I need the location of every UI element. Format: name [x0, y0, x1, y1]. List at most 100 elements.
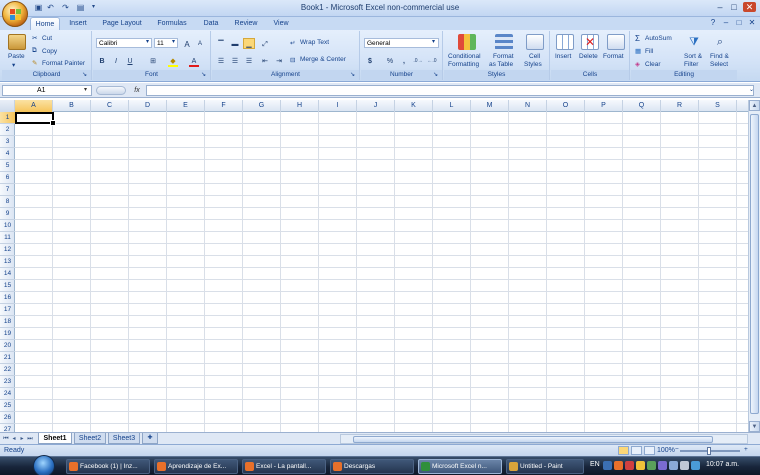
row-header[interactable]: 3 [0, 136, 15, 148]
print-preview-icon[interactable]: ▤ [75, 2, 86, 13]
insert-function-button[interactable]: fx [130, 85, 144, 96]
zoom-level[interactable]: 100% [657, 446, 675, 456]
row-header[interactable]: 21 [0, 352, 15, 364]
column-header[interactable]: B [53, 100, 91, 112]
office-button[interactable] [2, 1, 28, 27]
language-indicator[interactable]: EN [590, 461, 600, 468]
name-box[interactable]: A1 [2, 85, 92, 96]
column-header[interactable]: L [433, 100, 471, 112]
row-header[interactable]: 7 [0, 184, 15, 196]
last-sheet-icon[interactable]: ⏭ [26, 434, 34, 444]
row-header[interactable]: 25 [0, 400, 15, 412]
tray-folder-icon[interactable] [636, 461, 645, 470]
row-header[interactable]: 1 [0, 112, 15, 124]
tray-firefox-icon[interactable] [614, 461, 623, 470]
align-left-icon[interactable]: ☰ [215, 55, 227, 66]
taskbar-item-excel-pantalla[interactable]: Excel - La pantall... [242, 459, 326, 474]
sheet-tab-2[interactable]: Sheet2 [74, 433, 106, 444]
paste-dropdown-icon[interactable]: ▾ [12, 61, 15, 69]
row-header[interactable]: 13 [0, 256, 15, 268]
tray-network-icon[interactable] [669, 461, 678, 470]
row-header[interactable]: 27 [0, 424, 15, 432]
paste-icon[interactable] [8, 34, 26, 50]
column-header[interactable]: K [395, 100, 433, 112]
align-center-icon[interactable]: ☰ [229, 55, 241, 66]
first-sheet-icon[interactable]: ⏮ [2, 434, 10, 444]
conditional-formatting-button[interactable]: Conditional [448, 53, 481, 60]
row-header[interactable]: 12 [0, 244, 15, 256]
number-format-dropdown[interactable]: General [364, 38, 439, 48]
zoom-out-icon[interactable]: − [675, 446, 679, 453]
delete-button[interactable]: Delete [579, 53, 598, 60]
fill-button[interactable]: Fill [645, 48, 653, 55]
cell-area[interactable] [15, 112, 748, 432]
tab-insert[interactable]: Insert [63, 17, 93, 30]
merge-center-button[interactable]: Merge & Center [300, 56, 346, 63]
column-header[interactable]: C [91, 100, 129, 112]
redo-icon[interactable]: ↷ [60, 2, 71, 13]
column-header[interactable]: I [319, 100, 357, 112]
zoom-in-icon[interactable]: + [744, 446, 748, 453]
expand-formula-bar-icon[interactable]: ⌄ [749, 86, 754, 93]
row-header[interactable]: 24 [0, 388, 15, 400]
column-header[interactable]: E [167, 100, 205, 112]
worksheet-grid[interactable]: ABCDEFGHIJKLMNOPQRS 1 2 3 4 5 6 7 8 9 10 11 12 13 14 1… [0, 100, 748, 432]
row-header[interactable]: 23 [0, 376, 15, 388]
format-button[interactable]: Format [603, 53, 624, 60]
column-header[interactable]: O [547, 100, 585, 112]
paste-button[interactable]: Paste [8, 53, 25, 60]
maximize-icon[interactable]: □ [729, 2, 739, 12]
increase-decimal-icon[interactable]: .0→ [412, 55, 424, 66]
tray-app-icon[interactable] [647, 461, 656, 470]
column-header[interactable]: A [15, 100, 53, 112]
autosum-button[interactable]: AutoSum [645, 35, 672, 42]
undo-icon[interactable]: ↶ [45, 2, 56, 13]
horizontal-scrollbar[interactable] [340, 434, 748, 444]
page-break-view-icon[interactable] [644, 446, 655, 455]
column-header[interactable]: H [281, 100, 319, 112]
find-select-button[interactable]: Find & [710, 53, 729, 60]
clear-button[interactable]: Clear [645, 61, 661, 68]
tray-volume-icon[interactable] [680, 461, 689, 470]
orientation-icon[interactable]: ⤢ [259, 38, 271, 49]
underline-button[interactable]: U [124, 55, 136, 66]
normal-view-icon[interactable] [618, 446, 629, 455]
row-header[interactable]: 8 [0, 196, 15, 208]
tray-messenger-icon[interactable] [658, 461, 667, 470]
taskbar-item-paint[interactable]: Untitled - Paint [506, 459, 584, 474]
formula-input[interactable] [146, 85, 754, 96]
column-header[interactable]: F [205, 100, 243, 112]
row-header[interactable]: 9 [0, 208, 15, 220]
format-painter-button[interactable]: Format Painter [42, 60, 85, 67]
column-header[interactable]: R [661, 100, 699, 112]
format-as-table-button[interactable]: Format [493, 53, 514, 60]
active-cell[interactable] [15, 112, 56, 126]
taskbar-item-excel[interactable]: Microsoft Excel n... [418, 459, 502, 474]
comma-button[interactable]: , [398, 55, 410, 66]
decrease-indent-icon[interactable]: ⇤ [259, 55, 271, 66]
row-header[interactable]: 10 [0, 220, 15, 232]
vertical-scrollbar[interactable]: ▲ ▼ [748, 100, 760, 432]
tab-formulas[interactable]: Formulas [151, 17, 193, 30]
customize-qat-icon[interactable]: ▾ [88, 2, 99, 13]
row-header[interactable]: 5 [0, 160, 15, 172]
clipboard-launcher-icon[interactable]: ↘ [82, 72, 89, 79]
sheet-tab-1[interactable]: Sheet1 [38, 433, 72, 444]
number-launcher-icon[interactable]: ↘ [433, 72, 440, 79]
formula-bar-toggle[interactable] [96, 86, 126, 95]
font-launcher-icon[interactable]: ↘ [201, 72, 208, 79]
restore-wb-icon[interactable]: □ [734, 18, 744, 28]
sort-filter-button[interactable]: Sort & [684, 53, 702, 60]
row-header[interactable]: 20 [0, 340, 15, 352]
horizontal-scroll-thumb[interactable] [353, 436, 713, 443]
name-box-arrow-icon[interactable]: ▾ [84, 86, 87, 93]
top-align-icon[interactable]: ▔ [215, 38, 227, 49]
row-header[interactable]: 2 [0, 124, 15, 136]
column-header[interactable]: N [509, 100, 547, 112]
grow-font-button[interactable]: A [181, 38, 193, 49]
taskbar-item-aprendizaje[interactable]: Aprendizaje de Ex... [154, 459, 238, 474]
row-header[interactable]: 19 [0, 328, 15, 340]
insert-button[interactable]: Insert [555, 53, 571, 60]
column-header[interactable]: S [699, 100, 737, 112]
column-header[interactable]: M [471, 100, 509, 112]
